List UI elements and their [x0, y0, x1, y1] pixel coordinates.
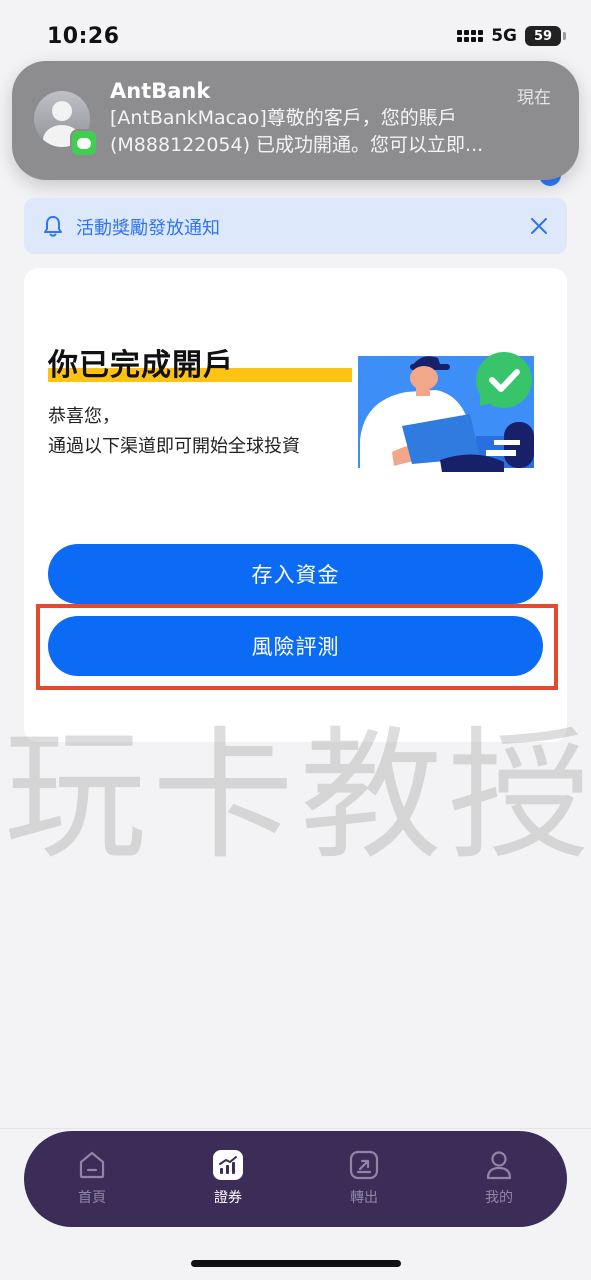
- highlight-annotation-box: [36, 604, 558, 690]
- tab-home-label: 首頁: [78, 1190, 106, 1206]
- tab-profile[interactable]: 我的: [459, 1149, 539, 1213]
- tab-profile-label: 我的: [485, 1190, 513, 1206]
- close-icon[interactable]: [529, 216, 549, 236]
- battery-level: 59: [533, 28, 553, 44]
- messages-app-icon: [70, 129, 98, 157]
- tab-securities[interactable]: 證券: [188, 1149, 268, 1213]
- status-indicators: 5G 59: [457, 26, 566, 46]
- profile-icon: [486, 1151, 512, 1180]
- notification-body: [AntBankMacao]尊敬的客戶，您的賬戶(M888122054) 已成功…: [110, 107, 484, 156]
- transfer-out-icon: [349, 1150, 379, 1180]
- bottom-tab-bar: 首頁 證券 轉出 我的: [24, 1131, 567, 1227]
- notification-title: AntBank: [110, 79, 211, 103]
- reward-notice-text: 活動獎勵發放通知: [76, 218, 220, 239]
- card-title-block: 你已完成開戶: [48, 340, 352, 384]
- bell-icon: [44, 216, 62, 237]
- network-type: 5G: [491, 26, 517, 46]
- status-bar: 10:26 5G 59: [0, 0, 591, 70]
- card-title: 你已完成開戶: [48, 348, 234, 383]
- reward-notice-banner[interactable]: 活動獎勵發放通知: [24, 198, 567, 254]
- push-notification[interactable]: AntBank 現在 [AntBankMacao]尊敬的客戶，您的賬戶(M888…: [12, 61, 579, 180]
- bottom-divider: [0, 1128, 591, 1129]
- tab-securities-label: 證券: [214, 1190, 242, 1206]
- signal-icon: [457, 30, 484, 42]
- card-greeting: 恭喜您，: [48, 406, 120, 427]
- deposit-funds-button[interactable]: 存入資金: [48, 544, 543, 604]
- battery-icon: 59: [525, 26, 566, 46]
- tab-transfer-out[interactable]: 轉出: [324, 1149, 404, 1213]
- card-description: 通過以下渠道即可開始全球投資: [48, 436, 300, 457]
- home-indicator[interactable]: [191, 1260, 401, 1267]
- watermark-text: 玩卡教授: [4, 714, 591, 879]
- status-time: 10:26: [47, 24, 120, 49]
- investor-reading-illustration: [358, 352, 534, 482]
- tab-home[interactable]: 首頁: [52, 1149, 132, 1213]
- home-icon: [79, 1151, 105, 1179]
- tab-transfer-out-label: 轉出: [350, 1190, 378, 1206]
- securities-chart-icon: [213, 1150, 243, 1180]
